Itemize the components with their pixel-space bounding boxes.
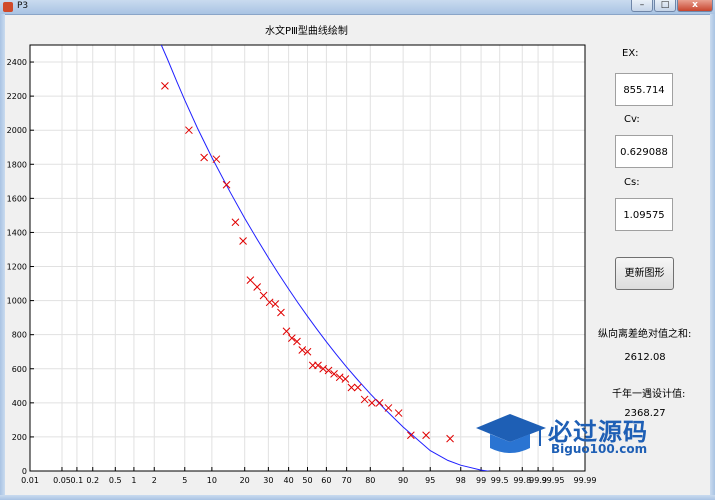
x-tick-label: 30 xyxy=(263,476,273,485)
cv-label: Cv: xyxy=(624,114,640,125)
cs-value-field[interactable]: 1.09575 xyxy=(615,198,673,231)
x-tick-label: 90 xyxy=(398,476,408,485)
ex-label: EX: xyxy=(622,48,639,59)
y-tick-label: 200 xyxy=(12,433,27,442)
x-tick-label: 1 xyxy=(131,476,136,485)
refresh-chart-button[interactable]: 更新图形 xyxy=(615,257,674,290)
deviation-label: 纵向离差绝对值之和: xyxy=(598,329,692,340)
watermark-url: Biguo100.com xyxy=(551,442,648,456)
y-tick-label: 600 xyxy=(12,365,27,374)
x-tick-label: 10 xyxy=(207,476,217,485)
y-tick-label: 0 xyxy=(22,467,27,476)
x-tick-label: 95 xyxy=(425,476,435,485)
x-tick-label: 0.2 xyxy=(86,476,99,485)
watermark: 必过源码 Biguo100.com xyxy=(474,410,680,460)
x-tick-label: 99 xyxy=(476,476,486,485)
x-tick-label: 99.99 xyxy=(574,476,597,485)
x-tick-label: 98 xyxy=(456,476,466,485)
x-tick-label: 5 xyxy=(182,476,187,485)
x-tick-label: 0.05 xyxy=(53,476,71,485)
y-tick-label: 2400 xyxy=(7,58,27,67)
x-tick-label: 60 xyxy=(321,476,331,485)
x-tick-label: 99.5 xyxy=(491,476,509,485)
y-tick-label: 1600 xyxy=(7,194,27,203)
y-tick-label: 1200 xyxy=(7,263,27,272)
y-tick-label: 1000 xyxy=(7,297,27,306)
ex-value-field[interactable]: 855.714 xyxy=(615,73,673,106)
x-tick-label: 20 xyxy=(240,476,250,485)
x-tick-label: 99.95 xyxy=(542,476,565,485)
x-tick-label: 0.5 xyxy=(109,476,122,485)
deviation-value: 2612.08 xyxy=(624,352,666,363)
y-tick-label: 400 xyxy=(12,399,27,408)
y-tick-label: 1800 xyxy=(7,160,27,169)
x-tick-label: 0.01 xyxy=(21,476,39,485)
x-tick-label: 50 xyxy=(302,476,312,485)
x-tick-label: 2 xyxy=(152,476,157,485)
y-tick-label: 1400 xyxy=(7,228,27,237)
cs-label: Cs: xyxy=(624,177,640,188)
y-tick-label: 2000 xyxy=(7,126,27,135)
x-tick-label: 70 xyxy=(342,476,352,485)
x-tick-label: 40 xyxy=(284,476,294,485)
y-tick-label: 2200 xyxy=(7,92,27,101)
x-tick-label: 0.1 xyxy=(71,476,84,485)
x-tick-label: 80 xyxy=(365,476,375,485)
cv-value-field[interactable]: 0.629088 xyxy=(615,135,673,168)
graduation-cap-icon xyxy=(476,414,546,453)
y-tick-label: 800 xyxy=(12,331,27,340)
millennium-design-label: 千年一遇设计值: xyxy=(612,389,686,400)
